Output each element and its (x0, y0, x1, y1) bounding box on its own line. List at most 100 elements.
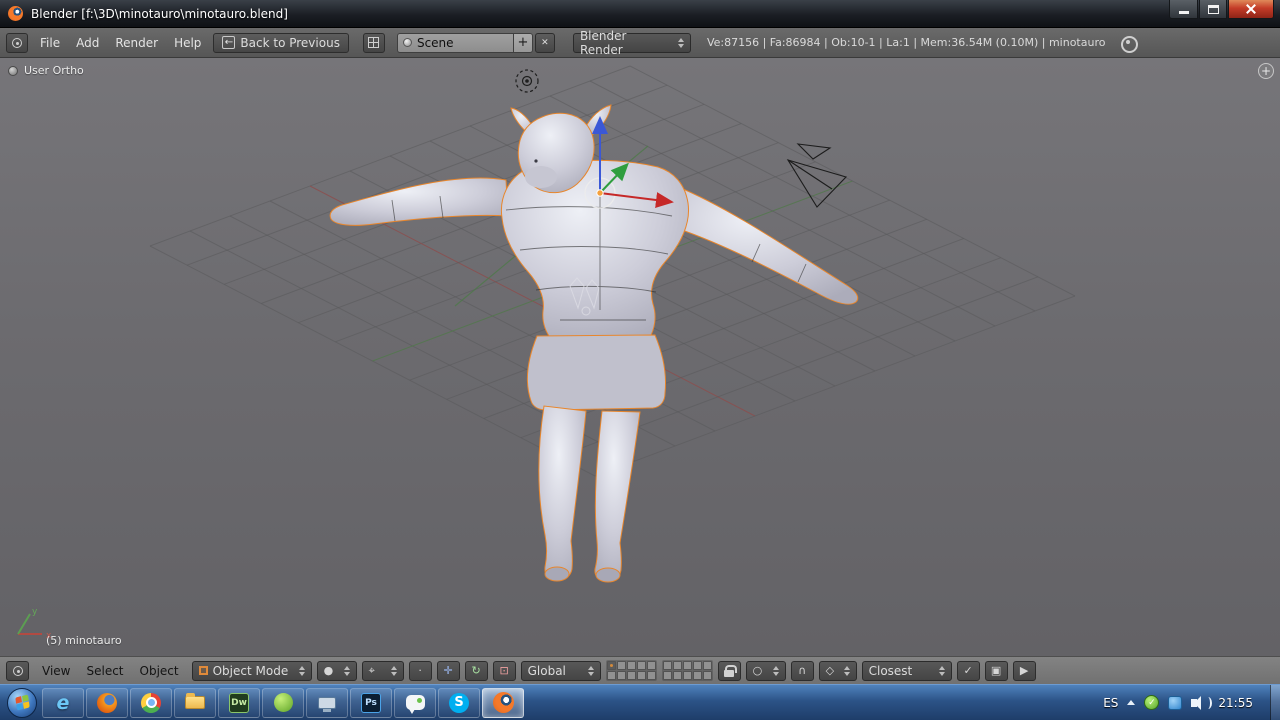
layer-4[interactable] (637, 661, 646, 670)
layer-7[interactable] (617, 671, 626, 680)
scene-name-field[interactable]: Scene (397, 33, 513, 53)
show-hidden-icons-arrow[interactable] (1127, 700, 1135, 705)
taskbar-my-computer[interactable] (306, 688, 348, 718)
volume-icon[interactable] (1191, 699, 1197, 707)
layer-9[interactable] (637, 671, 646, 680)
manipulate-center-points-toggle[interactable]: · (409, 661, 432, 681)
opengl-render-button[interactable]: ▣ (985, 661, 1008, 681)
rotate-manipulator-toggle[interactable]: ↻ (465, 661, 488, 681)
menu-select[interactable]: Select (78, 662, 131, 680)
taskbar-skype[interactable]: S (438, 688, 480, 718)
layer-1[interactable] (607, 661, 616, 670)
minotaur-left-arm (330, 178, 508, 225)
taskbar-messenger[interactable] (394, 688, 436, 718)
snap-target-select[interactable]: Closest (862, 661, 952, 681)
update-tray-icon[interactable] (1168, 696, 1182, 710)
new-scene-button[interactable]: + (513, 33, 533, 53)
internet-explorer-icon: e (57, 692, 70, 714)
minotaur-left-leg (539, 406, 586, 580)
viewport-shading-select[interactable]: ● (317, 661, 357, 681)
language-indicator[interactable]: ES (1103, 696, 1118, 710)
taskbar-clock[interactable]: 21:55 (1218, 696, 1253, 710)
transform-orientation-select[interactable]: Global (521, 661, 601, 681)
layer-12[interactable] (673, 661, 682, 670)
layer-8[interactable] (627, 671, 636, 680)
taskbar-photoshop[interactable]: Ps (350, 688, 392, 718)
menu-view[interactable]: View (34, 662, 78, 680)
layer-3[interactable] (627, 661, 636, 670)
render-engine-select[interactable]: Blender Render (573, 33, 691, 53)
maximize-button[interactable] (1199, 0, 1227, 19)
snap-element-select[interactable]: ◇ (819, 661, 857, 681)
menu-render[interactable]: Render (107, 34, 166, 52)
scene-selector: Scene + ✕ (397, 33, 555, 53)
layer-16[interactable] (663, 671, 672, 680)
back-to-previous-button[interactable]: ← Back to Previous (213, 33, 349, 53)
taskbar-green-app[interactable] (262, 688, 304, 718)
taskbar-blender[interactable] (482, 688, 524, 718)
taskbar-chrome[interactable] (130, 688, 172, 718)
viewport-corner-icon (8, 66, 18, 76)
close-button[interactable] (1228, 0, 1274, 19)
mode-value: Object Mode (213, 664, 289, 678)
taskbar-firefox[interactable] (86, 688, 128, 718)
view3d-header: ViewSelectObject Object Mode ● ⌖ · ✛ ↻ ⊡… (0, 656, 1280, 684)
screen-layout-select[interactable] (363, 33, 385, 53)
chrome-icon (141, 693, 161, 713)
mode-select[interactable]: Object Mode (192, 661, 312, 681)
editor-type-button[interactable] (6, 33, 28, 53)
scale-manipulator-toggle[interactable]: ⊡ (493, 661, 516, 681)
layer-11[interactable] (663, 661, 672, 670)
lock-to-scene-toggle[interactable] (718, 661, 741, 681)
lamp-object[interactable] (516, 70, 538, 92)
delete-scene-button[interactable]: ✕ (535, 33, 555, 53)
layer-6[interactable] (607, 671, 616, 680)
menu-file[interactable]: File (32, 34, 68, 52)
opengl-render-anim-button[interactable]: ▶ (1013, 661, 1036, 681)
layer-18[interactable] (683, 671, 692, 680)
view3d-editor-icon (13, 666, 23, 676)
layer-2[interactable] (617, 661, 626, 670)
screen: Blender [f:\3D\minotauro\minotauro.blend… (0, 0, 1280, 720)
layer-14[interactable] (693, 661, 702, 670)
dropdown-arrows-icon (678, 38, 684, 48)
layer-17[interactable] (673, 671, 682, 680)
skype-icon: S (449, 693, 469, 713)
antivirus-tray-icon[interactable]: ✓ (1144, 695, 1159, 710)
layer-15[interactable] (703, 661, 712, 670)
3d-viewport[interactable]: User Ortho + x y (5) minotauro (0, 58, 1280, 656)
properties-region-toggle[interactable]: + (1258, 63, 1274, 79)
layer-20[interactable] (703, 671, 712, 680)
dropdown-arrows-icon (844, 666, 850, 676)
editor-type-button-3d[interactable] (6, 661, 29, 681)
axis-y-label: y (32, 607, 38, 617)
dropdown-arrows-icon (773, 666, 779, 676)
minimize-button[interactable] (1169, 0, 1198, 19)
menu-help[interactable]: Help (166, 34, 209, 52)
pivot-point-select[interactable]: ⌖ (362, 661, 404, 681)
viewport-canvas[interactable] (0, 58, 1280, 656)
layer-19[interactable] (693, 671, 702, 680)
menu-add[interactable]: Add (68, 34, 107, 52)
render-engine-value: Blender Render (580, 29, 673, 57)
minotaur-model[interactable] (330, 105, 858, 582)
proportional-edit-select[interactable]: ○ (746, 661, 786, 681)
taskbar-folder[interactable] (174, 688, 216, 718)
green-app-icon (274, 693, 293, 712)
menu-object[interactable]: Object (132, 662, 187, 680)
start-button[interactable] (7, 688, 37, 718)
camera-object[interactable] (788, 144, 846, 207)
minimize-icon (1179, 11, 1189, 14)
back-to-previous-label: Back to Previous (240, 36, 340, 50)
snap-align-toggle[interactable]: ✓ (957, 661, 980, 681)
snap-toggle[interactable]: ∩ (791, 661, 814, 681)
taskbar-internet-explorer[interactable]: e (42, 688, 84, 718)
render-anim-icon: ▶ (1020, 665, 1028, 676)
taskbar-dreamweaver[interactable]: Dw (218, 688, 260, 718)
layer-5[interactable] (647, 661, 656, 670)
show-desktop-button[interactable] (1270, 685, 1280, 720)
layer-13[interactable] (683, 661, 692, 670)
layer-10[interactable] (647, 671, 656, 680)
lock-icon (724, 670, 734, 677)
translate-manipulator-toggle[interactable]: ✛ (437, 661, 460, 681)
